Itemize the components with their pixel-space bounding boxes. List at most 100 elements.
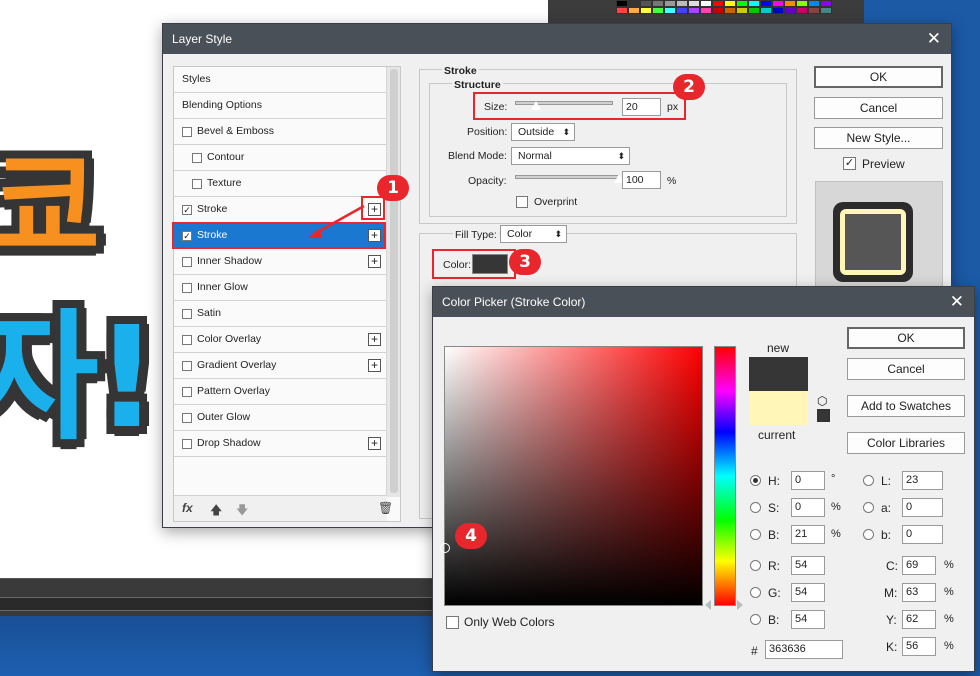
cancel-button[interactable]: Cancel <box>847 358 965 380</box>
hue-slider[interactable] <box>714 346 736 606</box>
blue-input[interactable]: 54 <box>791 610 825 629</box>
style-item[interactable]: Outer Glow <box>174 405 387 431</box>
swatch-cell[interactable] <box>796 7 808 14</box>
lab-a-radio[interactable] <box>863 502 874 513</box>
hue-input[interactable]: 0 <box>791 471 825 490</box>
swatch-cell[interactable] <box>808 0 820 7</box>
key-input[interactable]: 56 <box>902 637 936 656</box>
green-input[interactable]: 54 <box>791 583 825 602</box>
ok-button[interactable]: OK <box>814 66 943 88</box>
current-color-swatch[interactable] <box>749 391 808 425</box>
style-item[interactable]: Satin <box>174 301 387 327</box>
lab-l-radio[interactable] <box>863 475 874 486</box>
brightness-input[interactable]: 21 <box>791 525 825 544</box>
red-input[interactable]: 54 <box>791 556 825 575</box>
swatch-cell[interactable] <box>760 7 772 14</box>
swatch-cell[interactable] <box>760 0 772 7</box>
swatch-cell[interactable] <box>712 0 724 7</box>
new-style-button[interactable]: New Style... <box>814 127 943 149</box>
swatch-cell[interactable] <box>664 7 676 14</box>
opacity-input[interactable]: 100 <box>622 171 661 189</box>
swatch-cell[interactable] <box>772 7 784 14</box>
cyan-input[interactable]: 69 <box>902 556 936 575</box>
swatch-cell[interactable] <box>736 0 748 7</box>
green-radio[interactable] <box>750 587 761 598</box>
add-to-swatches-button[interactable]: Add to Swatches <box>847 395 965 417</box>
add-style-icon[interactable]: + <box>368 333 381 346</box>
style-item[interactable]: Texture <box>174 171 387 197</box>
swatch-cell[interactable] <box>748 0 760 7</box>
style-item[interactable]: Pattern Overlay <box>174 379 387 405</box>
saturation-input[interactable]: 0 <box>791 498 825 517</box>
web-safe-swatch-icon[interactable] <box>817 409 830 422</box>
swatch-cell[interactable] <box>784 0 796 7</box>
cube-icon[interactable]: ⬡ <box>817 394 827 408</box>
swatch-cell[interactable] <box>724 7 736 14</box>
swatch-cell[interactable] <box>820 0 832 7</box>
close-icon[interactable]: ✕ <box>950 287 964 317</box>
swatch-cell[interactable] <box>784 7 796 14</box>
style-checkbox[interactable] <box>182 386 192 397</box>
move-down-icon[interactable]: 🡇 <box>236 501 248 522</box>
saturation-radio[interactable] <box>750 502 761 513</box>
preview-checkbox[interactable]: ✓ <box>843 157 856 170</box>
fill-type-select[interactable]: Color ⬍ <box>500 225 567 243</box>
style-checkbox[interactable] <box>192 178 202 189</box>
style-checkbox[interactable] <box>182 334 192 345</box>
swatch-cell[interactable] <box>820 7 832 14</box>
swatch-cell[interactable] <box>652 0 664 7</box>
swatch-cell[interactable] <box>748 7 760 14</box>
trash-icon[interactable]: 🗑 <box>378 501 393 515</box>
swatch-cell[interactable] <box>808 7 820 14</box>
swatch-cell[interactable] <box>616 0 628 7</box>
only-web-colors-checkbox[interactable] <box>446 616 459 629</box>
style-item[interactable]: Color Overlay + <box>174 327 387 353</box>
lab-b-radio[interactable] <box>863 529 874 540</box>
opacity-slider[interactable] <box>515 175 619 179</box>
style-checkbox[interactable]: ✓ <box>182 204 192 215</box>
magenta-input[interactable]: 63 <box>902 583 936 602</box>
swatch-cell[interactable] <box>700 0 712 7</box>
style-item[interactable]: Drop Shadow + <box>174 431 387 457</box>
style-item[interactable]: Bevel & Emboss <box>174 119 387 145</box>
swatch-cell[interactable] <box>688 0 700 7</box>
swatch-cell[interactable] <box>616 7 628 14</box>
style-checkbox[interactable] <box>182 308 192 319</box>
swatch-cell[interactable] <box>640 0 652 7</box>
swatch-cell[interactable] <box>664 0 676 7</box>
overprint-checkbox[interactable] <box>516 196 528 208</box>
position-select[interactable]: Outside ⬍ <box>511 123 575 141</box>
lab-b-input[interactable]: 0 <box>902 525 943 544</box>
blend-mode-select[interactable]: Normal ⬍ <box>511 147 630 165</box>
hue-arrow-left[interactable] <box>705 600 711 610</box>
style-item[interactable]: Blending Options <box>174 93 387 119</box>
swatch-cell[interactable] <box>652 7 664 14</box>
style-checkbox[interactable] <box>182 256 192 267</box>
add-style-icon[interactable]: + <box>368 255 381 268</box>
swatch-cell[interactable] <box>676 0 688 7</box>
style-checkbox[interactable] <box>182 438 192 449</box>
swatch-cell[interactable] <box>772 0 784 7</box>
style-checkbox[interactable] <box>182 412 192 423</box>
fx-icon[interactable]: fx <box>182 501 193 515</box>
add-style-icon[interactable]: + <box>368 359 381 372</box>
style-checkbox[interactable] <box>192 152 202 163</box>
lab-l-input[interactable]: 23 <box>902 471 943 490</box>
swatch-cell[interactable] <box>700 7 712 14</box>
swatch-cell[interactable] <box>736 7 748 14</box>
hue-radio[interactable] <box>750 475 761 486</box>
style-item[interactable]: Inner Shadow + <box>174 249 387 275</box>
color-libraries-button[interactable]: Color Libraries <box>847 432 965 454</box>
swatch-cell[interactable] <box>796 0 808 7</box>
add-style-icon[interactable]: + <box>368 437 381 450</box>
swatch-cell[interactable] <box>676 7 688 14</box>
swatch-cell[interactable] <box>640 7 652 14</box>
style-checkbox[interactable] <box>182 282 192 293</box>
lab-a-input[interactable]: 0 <box>902 498 943 517</box>
scrollbar-thumb[interactable] <box>390 69 398 493</box>
style-item[interactable]: Inner Glow <box>174 275 387 301</box>
swatch-cell[interactable] <box>688 7 700 14</box>
swatch-cell[interactable] <box>628 0 640 7</box>
hex-input[interactable]: 363636 <box>765 640 843 659</box>
style-item[interactable]: Contour <box>174 145 387 171</box>
